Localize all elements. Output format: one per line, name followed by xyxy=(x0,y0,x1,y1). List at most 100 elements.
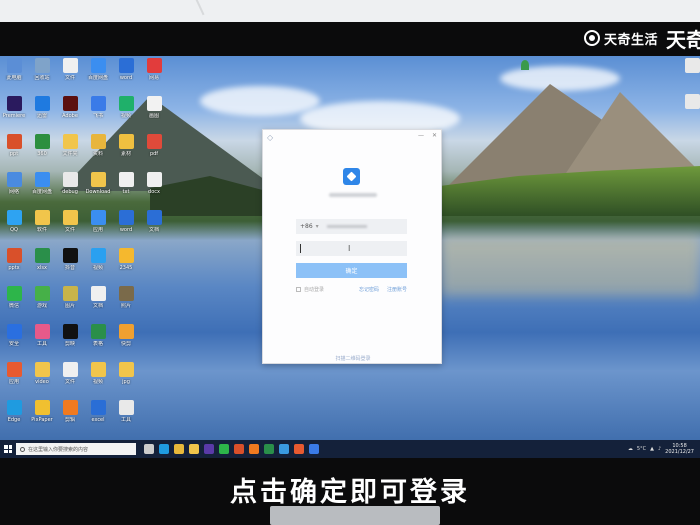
desktop-icon[interactable]: video xyxy=(28,362,56,402)
desktop-icon[interactable]: 剪辑 xyxy=(56,400,84,440)
desktop-icon[interactable]: docx xyxy=(140,172,168,212)
desktop-icon[interactable]: 文件夹 xyxy=(56,134,84,174)
wps-icon[interactable] xyxy=(234,444,244,454)
app-icon[interactable] xyxy=(249,444,259,454)
feishu-icon[interactable] xyxy=(309,444,319,454)
desktop-icon[interactable]: 安全 xyxy=(0,324,28,364)
desktop-icon[interactable]: xlsx xyxy=(28,248,56,288)
desktop-icon[interactable]: 视频 xyxy=(112,96,140,136)
photo-icon[interactable] xyxy=(279,444,289,454)
desktop-icon[interactable]: 游戏 xyxy=(28,286,56,326)
desktop-icon[interactable]: 百度网盘 xyxy=(28,172,56,212)
app-icon xyxy=(34,96,50,111)
desktop-icon[interactable]: Download xyxy=(84,172,112,212)
minimize-icon[interactable]: — xyxy=(418,132,424,139)
desktop-icon[interactable] xyxy=(678,94,700,134)
desktop-icon[interactable]: 画图 xyxy=(140,96,168,136)
register-link[interactable]: 注册账号 xyxy=(387,286,407,293)
desktop-icon[interactable]: pptx xyxy=(0,248,28,288)
desktop-icon[interactable]: 工具 xyxy=(112,400,140,440)
confirm-button[interactable]: 确定 xyxy=(296,263,407,278)
desktop-icon[interactable]: Adobe xyxy=(56,96,84,136)
desktop-icon[interactable]: 照片 xyxy=(112,286,140,326)
excel-icon[interactable] xyxy=(264,444,274,454)
desktop-icon[interactable]: 2345 xyxy=(112,248,140,288)
desktop-icon[interactable]: 图片 xyxy=(56,286,84,326)
qr-login-link[interactable]: 扫描二维码登录 xyxy=(263,355,443,362)
desktop-icon[interactable]: txt xyxy=(112,172,140,212)
desktop-icon[interactable]: 360 xyxy=(28,134,56,174)
desktop-icon[interactable]: 飞书 xyxy=(84,96,112,136)
desktop-icon-label: 应用 xyxy=(8,379,19,385)
desktop-icon[interactable]: 文档 xyxy=(84,286,112,326)
desktop-icon[interactable]: 剪映 xyxy=(56,324,84,364)
desktop-icon[interactable]: 资料 xyxy=(84,134,112,174)
desktop-icon[interactable]: 软件 xyxy=(28,210,56,250)
desktop-icon[interactable]: pdf xyxy=(140,134,168,174)
country-code[interactable]: +86 xyxy=(300,223,313,230)
desktop-icon[interactable]: 文件 xyxy=(56,58,84,98)
chevron-down-icon[interactable]: ▾ xyxy=(316,223,319,230)
verification-code-input[interactable]: I xyxy=(296,241,407,256)
desktop-icon-label: 图片 xyxy=(64,303,75,309)
desktop-icon[interactable]: jpg xyxy=(112,362,140,402)
chrome-icon[interactable] xyxy=(174,444,184,454)
volume-icon[interactable]: ♪ xyxy=(658,446,661,452)
desktop-icon[interactable]: 视频 xyxy=(84,248,112,288)
taskbar-apps xyxy=(144,444,319,454)
desktop-icon[interactable]: word xyxy=(112,58,140,98)
desktop-icon[interactable]: 应用 xyxy=(84,210,112,250)
desktop-icon-label: debug xyxy=(62,189,78,195)
desktop-icon[interactable] xyxy=(678,58,700,98)
desktop-icon[interactable]: Premiere xyxy=(0,96,28,136)
search-placeholder: 在这里输入你要搜索的内容 xyxy=(28,446,89,453)
desktop-icon[interactable]: excel xyxy=(84,400,112,440)
desktop-icon[interactable]: 百度网盘 xyxy=(84,58,112,98)
desktop-icon[interactable]: 网络 xyxy=(0,172,28,212)
wechat-icon[interactable] xyxy=(219,444,229,454)
desktop-icon[interactable]: QQ xyxy=(0,210,28,250)
store-icon[interactable] xyxy=(294,444,304,454)
desktop-icon[interactable]: 微信 xyxy=(0,286,28,326)
desktop-icon[interactable]: 素材 xyxy=(112,134,140,174)
forgot-password-link[interactable]: 忘记密码 xyxy=(359,286,379,293)
desktop-icon[interactable]: ppt xyxy=(0,134,28,174)
desktop-icon[interactable]: 表格 xyxy=(84,324,112,364)
desktop-icon[interactable]: 快剪 xyxy=(112,324,140,364)
desktop-icon[interactable]: 文件 xyxy=(56,362,84,402)
taskbar-search[interactable]: 在这里输入你要搜索的内容 xyxy=(16,443,136,455)
phone-input[interactable]: +86 ▾ xyxy=(296,219,407,234)
pr-icon[interactable] xyxy=(204,444,214,454)
desktop-icon-label: 文件夹 xyxy=(62,151,78,157)
desktop-icon[interactable]: 网易 xyxy=(140,58,168,98)
edge-icon[interactable] xyxy=(159,444,169,454)
task-view-icon[interactable] xyxy=(144,444,154,454)
desktop-icon[interactable]: 迅雷 xyxy=(28,96,56,136)
app-icon xyxy=(90,400,106,415)
temperature[interactable]: 5°C xyxy=(637,446,646,452)
desktop-icon[interactable]: word xyxy=(112,210,140,250)
desktop-icon-label: 画图 xyxy=(148,113,159,119)
desktop-icon[interactable]: 文档 xyxy=(140,210,168,250)
desktop-icon[interactable]: 文件 xyxy=(56,210,84,250)
weather-icon[interactable]: ☁ xyxy=(628,446,633,452)
app-icon xyxy=(90,248,106,263)
desktop-icon-label: 剪辑 xyxy=(64,417,75,423)
clock[interactable]: 10:58 2021/12/27 xyxy=(665,443,694,455)
desktop-icon[interactable]: 应用 xyxy=(0,362,28,402)
desktop-icon[interactable]: 工具 xyxy=(28,324,56,364)
network-icon[interactable]: ▲ xyxy=(650,446,654,452)
desktop-icon[interactable]: 此电脑 xyxy=(0,58,28,98)
desktop-icon[interactable]: 回收站 xyxy=(28,58,56,98)
desktop-icon[interactable]: PixPaper xyxy=(28,400,56,440)
explorer-icon[interactable] xyxy=(189,444,199,454)
close-icon[interactable]: ✕ xyxy=(432,132,437,139)
desktop-icon[interactable]: Edge xyxy=(0,400,28,440)
desktop-icon-label: 网络 xyxy=(8,189,19,195)
desktop-icon[interactable]: 视频 xyxy=(84,362,112,402)
start-button[interactable] xyxy=(0,440,16,458)
auto-login-checkbox[interactable] xyxy=(296,286,301,292)
desktop-icon[interactable]: debug xyxy=(56,172,84,212)
desktop-icon-label: PixPaper xyxy=(31,417,53,423)
desktop-icon[interactable]: 抖音 xyxy=(56,248,84,288)
